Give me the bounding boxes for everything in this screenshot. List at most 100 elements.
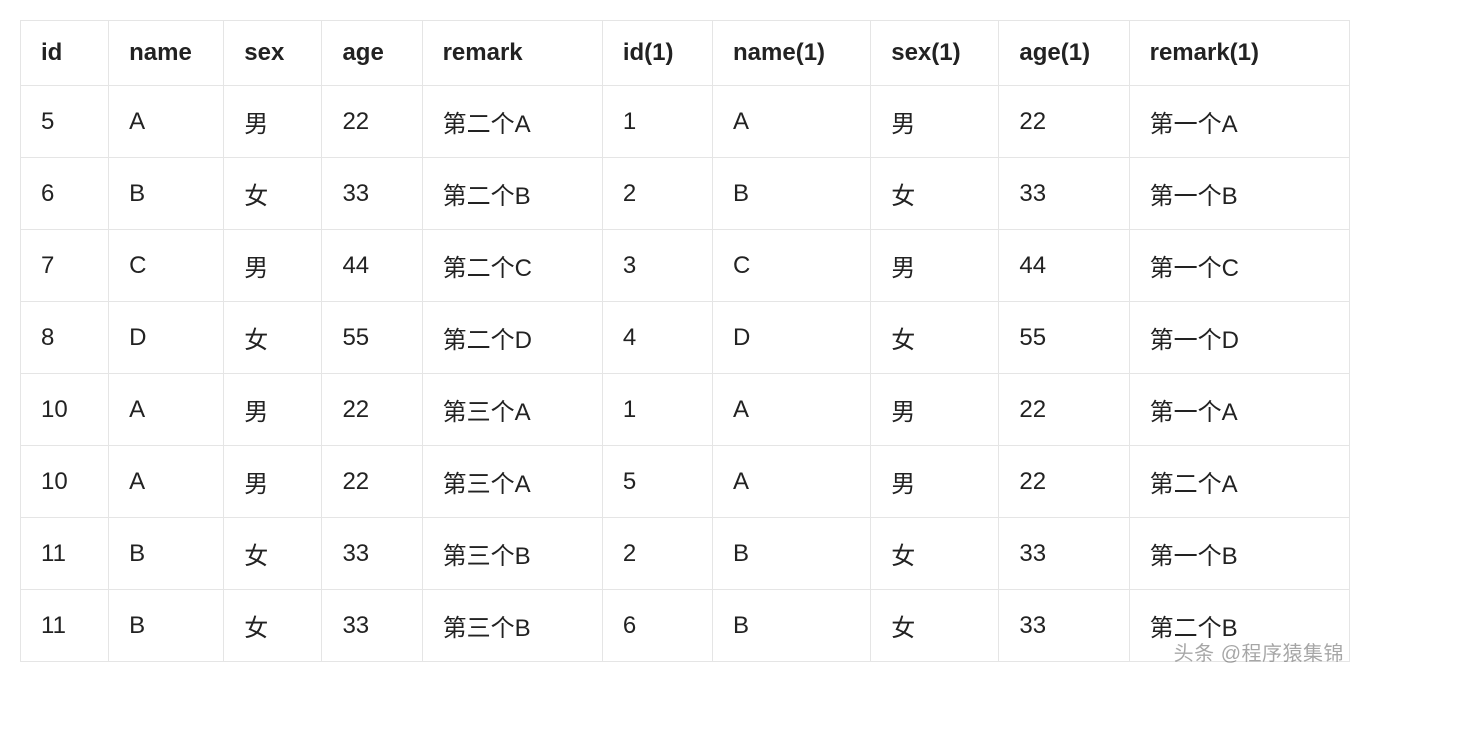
table-row: 10A男22第三个A5A男22第二个A — [21, 446, 1350, 518]
table-cell: 3 — [602, 230, 712, 302]
table-cell: D — [713, 302, 871, 374]
table-cell: 33 — [999, 590, 1129, 662]
col-header-sex: sex — [224, 21, 322, 86]
table-cell: 33 — [322, 518, 422, 590]
table-cell: 1 — [602, 86, 712, 158]
table-cell: 22 — [322, 446, 422, 518]
table-cell: 7 — [21, 230, 109, 302]
table-cell: 4 — [602, 302, 712, 374]
table-cell: 11 — [21, 518, 109, 590]
table-cell: A — [109, 446, 224, 518]
table-cell: 33 — [999, 158, 1129, 230]
table-cell: B — [109, 518, 224, 590]
table-cell: 10 — [21, 446, 109, 518]
table-cell: 6 — [21, 158, 109, 230]
table-cell: 女 — [224, 590, 322, 662]
col-header-remark1: remark(1) — [1129, 21, 1349, 86]
table-cell: B — [109, 158, 224, 230]
col-header-age: age — [322, 21, 422, 86]
table-cell: 1 — [602, 374, 712, 446]
table-cell: 10 — [21, 374, 109, 446]
table-cell: 22 — [322, 374, 422, 446]
table-cell: A — [713, 86, 871, 158]
table-cell: A — [713, 374, 871, 446]
table-cell: 女 — [224, 302, 322, 374]
table-cell: 33 — [322, 590, 422, 662]
table-cell: 55 — [999, 302, 1129, 374]
table-cell: 第一个A — [1129, 86, 1349, 158]
table-row: 7C男44第二个C3C男44第一个C — [21, 230, 1350, 302]
table-cell: 男 — [224, 374, 322, 446]
table-cell: 第二个A — [422, 86, 602, 158]
table-cell: 5 — [21, 86, 109, 158]
table-cell: 女 — [224, 518, 322, 590]
table-cell: 第三个A — [422, 374, 602, 446]
table-cell: 女 — [871, 302, 999, 374]
table-cell: 第三个B — [422, 590, 602, 662]
col-header-id1: id(1) — [602, 21, 712, 86]
table-cell: 第二个C — [422, 230, 602, 302]
table-cell: 6 — [602, 590, 712, 662]
data-table: id name sex age remark id(1) name(1) sex… — [20, 20, 1350, 662]
table-cell: B — [713, 158, 871, 230]
table-cell: 44 — [999, 230, 1129, 302]
table-cell: 2 — [602, 158, 712, 230]
table-cell: 第二个B — [422, 158, 602, 230]
table-cell: 22 — [999, 374, 1129, 446]
table-cell: B — [713, 590, 871, 662]
table-cell: 22 — [999, 86, 1129, 158]
table-cell: 女 — [224, 158, 322, 230]
col-header-name1: name(1) — [713, 21, 871, 86]
table-header-row: id name sex age remark id(1) name(1) sex… — [21, 21, 1350, 86]
table-cell: 男 — [871, 374, 999, 446]
table-cell: A — [713, 446, 871, 518]
col-header-id: id — [21, 21, 109, 86]
table-cell: A — [109, 374, 224, 446]
table-cell: B — [713, 518, 871, 590]
table-cell: 44 — [322, 230, 422, 302]
table-cell: 第三个B — [422, 518, 602, 590]
table-row: 5A男22第二个A1A男22第一个A — [21, 86, 1350, 158]
table-cell: C — [713, 230, 871, 302]
table-cell: 第一个A — [1129, 374, 1349, 446]
table-cell: 女 — [871, 590, 999, 662]
table-cell: A — [109, 86, 224, 158]
col-header-remark: remark — [422, 21, 602, 86]
col-header-age1: age(1) — [999, 21, 1129, 86]
table-row: 10A男22第三个A1A男22第一个A — [21, 374, 1350, 446]
table-cell: 男 — [224, 230, 322, 302]
table-cell: 男 — [224, 86, 322, 158]
table-cell: D — [109, 302, 224, 374]
table-cell: 第三个A — [422, 446, 602, 518]
table-cell: 22 — [322, 86, 422, 158]
table-cell: 11 — [21, 590, 109, 662]
table-cell: 8 — [21, 302, 109, 374]
table-cell: 男 — [224, 446, 322, 518]
table-cell: 男 — [871, 86, 999, 158]
table-cell: C — [109, 230, 224, 302]
table-cell: 男 — [871, 230, 999, 302]
table-cell: 女 — [871, 158, 999, 230]
table-cell: B — [109, 590, 224, 662]
table-row: 6B女33第二个B2B女33第一个B — [21, 158, 1350, 230]
table-cell: 第一个C — [1129, 230, 1349, 302]
col-header-sex1: sex(1) — [871, 21, 999, 86]
table-row: 11B女33第三个B6B女33第二个B — [21, 590, 1350, 662]
table-cell: 第二个B — [1129, 590, 1349, 662]
table-cell: 第二个D — [422, 302, 602, 374]
table-cell: 第一个B — [1129, 158, 1349, 230]
table-row: 11B女33第三个B2B女33第一个B — [21, 518, 1350, 590]
table-row: 8D女55第二个D4D女55第一个D — [21, 302, 1350, 374]
table-cell: 55 — [322, 302, 422, 374]
col-header-name: name — [109, 21, 224, 86]
table-cell: 33 — [999, 518, 1129, 590]
table-cell: 33 — [322, 158, 422, 230]
table-cell: 第一个B — [1129, 518, 1349, 590]
table-container: id name sex age remark id(1) name(1) sex… — [20, 20, 1350, 662]
table-cell: 22 — [999, 446, 1129, 518]
table-cell: 2 — [602, 518, 712, 590]
table-cell: 男 — [871, 446, 999, 518]
table-cell: 第二个A — [1129, 446, 1349, 518]
table-cell: 第一个D — [1129, 302, 1349, 374]
table-cell: 女 — [871, 518, 999, 590]
